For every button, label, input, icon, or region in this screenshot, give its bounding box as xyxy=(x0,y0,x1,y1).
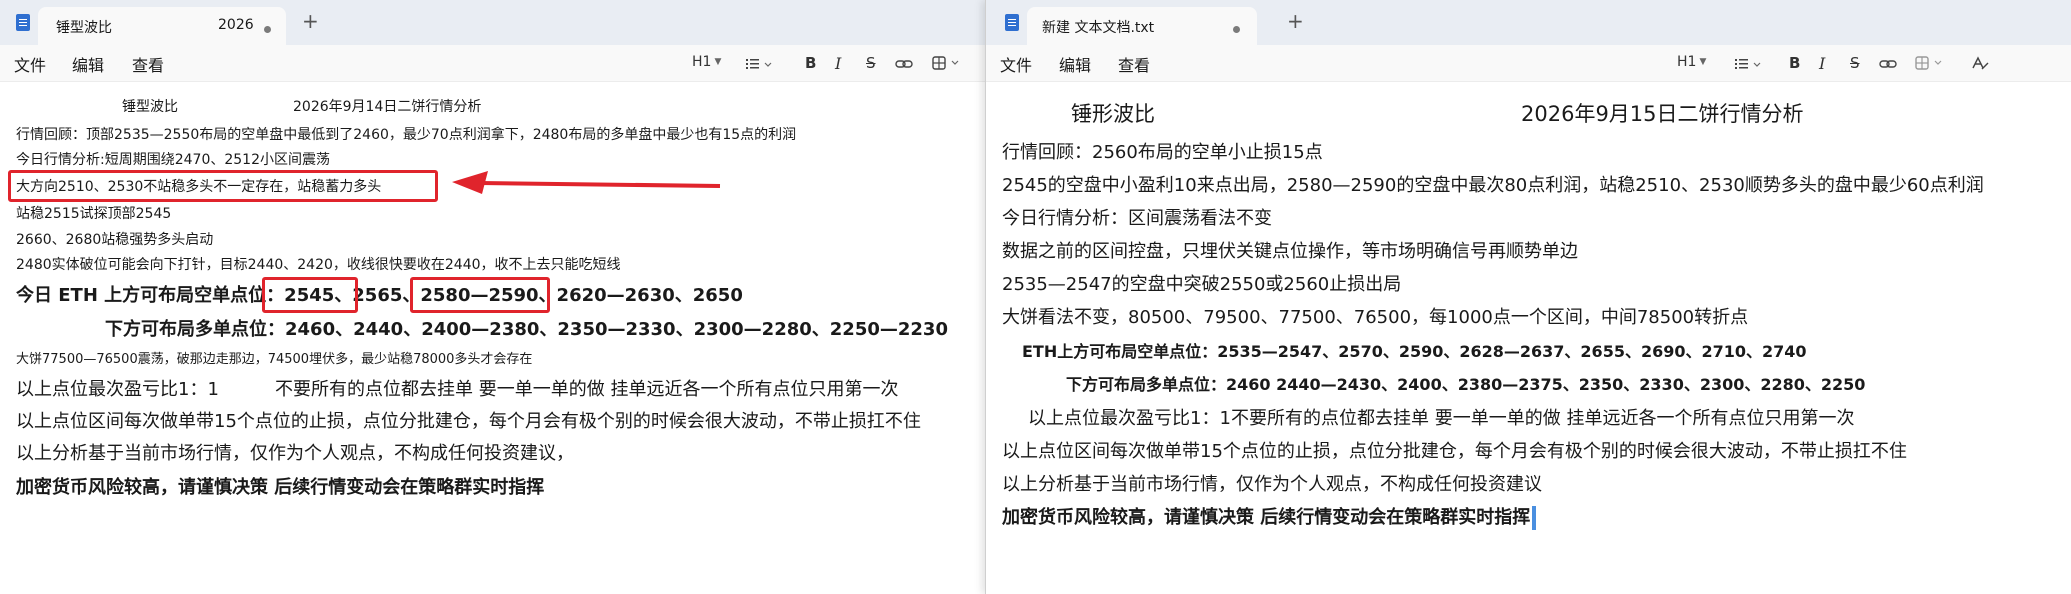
annotation-box xyxy=(8,170,438,202)
left-editor-content[interactable]: 锤型波比 2026年9月14日二饼行情分析 行情回顾：顶部2535—2550布局… xyxy=(0,82,985,594)
text-line: 2545的空盘中小盈利10来点出局，2580—2590的空盘中最次80点利润，站… xyxy=(1002,175,1984,196)
text-line: 2535—2547的空盘中突破2550或2560止损出局 xyxy=(1002,274,1402,295)
right-notepad-window: 新建 文本文档.txt + 文件 编辑 查看 H1 ▼ B I S 锤形波比 2… xyxy=(985,0,2071,594)
menu-edit[interactable]: 编辑 xyxy=(72,52,104,76)
table-dropdown-icon[interactable] xyxy=(932,56,968,70)
bold-button[interactable]: B xyxy=(805,54,816,72)
eth-long-levels: 下方可布局多单点位：2460 2440—2430、2400、2380—2375、… xyxy=(1066,375,1866,394)
right-editor-content[interactable]: 锤形波比 2026年9月15日二饼行情分析 行情回顾：2560布局的空单小止损1… xyxy=(986,82,2071,594)
strikethrough-button[interactable]: S xyxy=(1850,54,1860,72)
left-tab-title: 锤型波比 xyxy=(56,20,112,36)
risk-warning: 加密货币风险较高，请谨慎决策 后续行情变动会在策略群实时指挥 xyxy=(16,477,545,498)
text-line: 以上点位区间每次做单带15个点位的止损，点位分批建仓，每个月会有极个别的时候会很… xyxy=(1002,441,1907,462)
left-document-tab[interactable]: 锤型波比 2026 xyxy=(38,7,286,45)
text-line: 数据之前的区间控盘，只埋伏关键点位操作，等市场明确信号再顺势单边 xyxy=(1002,241,1578,262)
menu-view[interactable]: 查看 xyxy=(132,52,164,76)
doc-date-heading: 2026年9月14日二饼行情分析 xyxy=(293,99,482,115)
left-tab-year: 2026 xyxy=(218,17,254,33)
chevron-down-icon: ▼ xyxy=(714,57,722,67)
right-tab-title: 新建 文本文档.txt xyxy=(1042,20,1155,36)
menu-file[interactable]: 文件 xyxy=(14,52,46,76)
text-line: 大饼77500—76500震荡，破那边走那边，74500埋伏多，最少站稳7800… xyxy=(16,352,533,367)
annotation-arrow xyxy=(452,171,721,194)
text-line: 以上分析基于当前市场行情，仅作为个人观点，不构成任何投资建议 xyxy=(1002,474,1542,495)
heading-dropdown[interactable]: H1 ▼ xyxy=(1677,54,1706,70)
eth-short-levels: ETH上方可布局空单点位：2535—2547、2570、2590、2628—26… xyxy=(1022,342,1807,361)
chevron-down-icon: ▼ xyxy=(1699,57,1707,67)
bold-button[interactable]: B xyxy=(1789,54,1800,72)
text-line: 站稳2515试探顶部2545 xyxy=(16,206,172,222)
text-line: 以上分析基于当前市场行情，仅作为个人观点，不构成任何投资建议， xyxy=(16,443,574,464)
annotation-box xyxy=(262,277,358,313)
italic-button[interactable]: I xyxy=(1819,54,1825,73)
notepad-app-icon xyxy=(1005,14,1019,31)
table-dropdown-icon[interactable] xyxy=(1915,56,1951,70)
heading-dropdown[interactable]: H1 ▼ xyxy=(692,54,721,70)
eth-short-levels: 今日 ETH 上方可布局空单点位：2545、2565、2580—2590、262… xyxy=(16,285,743,306)
right-document-tab[interactable]: 新建 文本文档.txt xyxy=(1027,7,1257,45)
link-icon[interactable] xyxy=(1879,58,1897,70)
notepad-app-icon xyxy=(16,14,30,31)
unsaved-dot-icon[interactable] xyxy=(264,26,271,33)
text-line: 行情回顾：顶部2535—2550布局的空单盘中最低到了2460，最少70点利润拿… xyxy=(16,127,797,143)
italic-button[interactable]: I xyxy=(835,54,841,73)
list-dropdown-icon[interactable] xyxy=(1735,58,1765,70)
doc-title: 锤型波比 xyxy=(122,99,178,115)
new-tab-plus-icon[interactable]: + xyxy=(1287,11,1304,31)
text-line: 以上点位最次盈亏比1：1 xyxy=(16,379,219,400)
text-line: 不要所有的点位都去挂单 要一单一单的做 挂单远近各一个所有点位只用第一次 xyxy=(1231,408,1855,429)
text-line: 2480实体破位可能会向下打针，目标2440、2420，收线很快要收在2440，… xyxy=(16,257,621,273)
text-line: 2660、2680站稳强势多头启动 xyxy=(16,232,214,248)
unsaved-dot-icon[interactable] xyxy=(1233,26,1240,33)
clear-formatting-icon[interactable] xyxy=(1971,56,1989,70)
left-notepad-window: 锤型波比 2026 + 文件 编辑 查看 H1 ▼ B I S 锤型波比 202… xyxy=(0,0,985,594)
annotation-box xyxy=(410,277,550,313)
text-line: 以上点位区间每次做单带15个点位的止损，点位分批建仓，每个月会有极个别的时候会很… xyxy=(16,411,921,432)
left-menu-bar: 文件 编辑 查看 H1 ▼ B I S xyxy=(0,45,985,82)
doc-date-heading: 2026年9月15日二饼行情分析 xyxy=(1521,102,1804,126)
text-line: 不要所有的点位都去挂单 要一单一单的做 挂单远近各一个所有点位只用第一次 xyxy=(275,379,899,400)
list-dropdown-icon[interactable] xyxy=(746,58,776,70)
new-tab-plus-icon[interactable]: + xyxy=(302,11,319,31)
text-line: 以上点位最次盈亏比1：1 xyxy=(1028,408,1231,429)
left-title-bar: 锤型波比 2026 + xyxy=(0,0,985,45)
text-line: 今日行情分析：区间震荡看法不变 xyxy=(1002,208,1272,229)
menu-file[interactable]: 文件 xyxy=(1000,52,1032,76)
text-line: 行情回顾：2560布局的空单小止损15点 xyxy=(1002,142,1323,163)
strikethrough-button[interactable]: S xyxy=(866,54,876,72)
text-line: 今日行情分析:短周期围绕2470、2512小区间震荡 xyxy=(16,152,330,168)
link-icon[interactable] xyxy=(895,58,913,70)
text-line: 大饼看法不变，80500、79500、77500、76500，每1000点一个区… xyxy=(1002,307,1749,328)
right-menu-bar: 文件 编辑 查看 H1 ▼ B I S xyxy=(986,45,2071,82)
right-title-bar: 新建 文本文档.txt + xyxy=(986,0,2071,45)
menu-view[interactable]: 查看 xyxy=(1118,52,1150,76)
menu-edit[interactable]: 编辑 xyxy=(1059,52,1091,76)
risk-warning: 加密货币风险较高，请谨慎决策 后续行情变动会在策略群实时指挥 xyxy=(1002,503,1537,530)
doc-title: 锤形波比 xyxy=(1071,102,1155,126)
eth-long-levels: 下方可布局多单点位：2460、2440、2400—2380、2350—2330、… xyxy=(105,319,948,340)
text-cursor xyxy=(1532,506,1537,530)
